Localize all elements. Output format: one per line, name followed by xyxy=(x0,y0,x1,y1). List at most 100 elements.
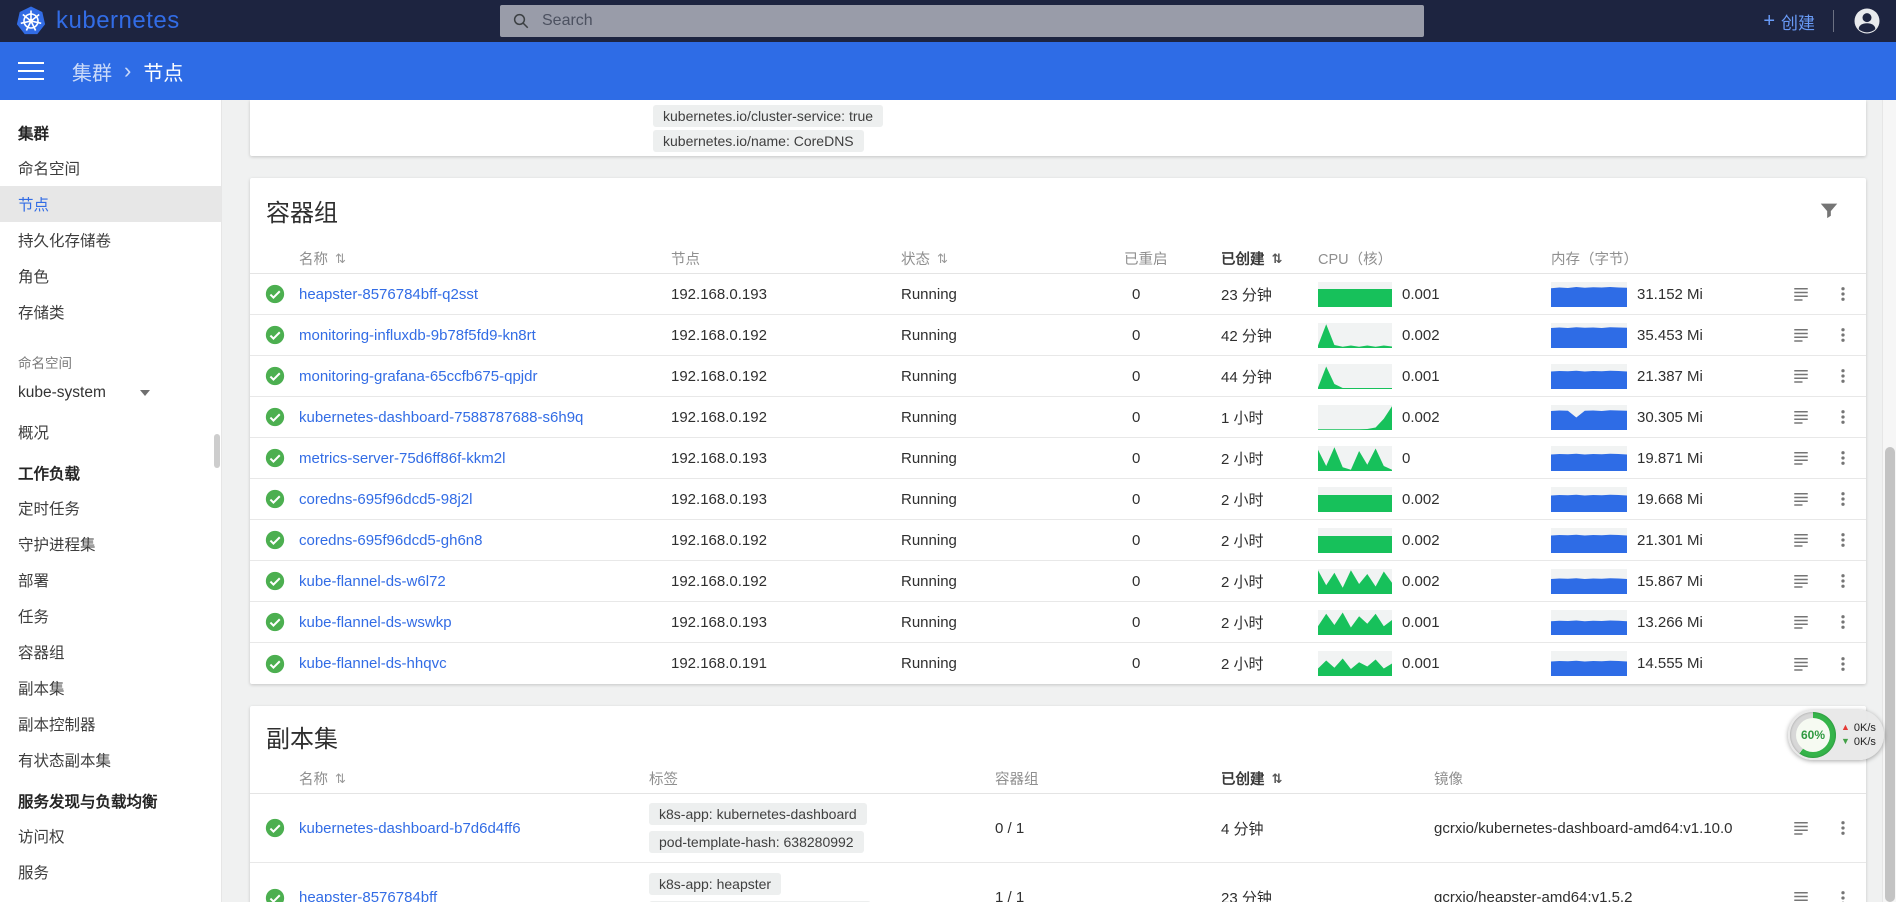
pod-row[interactable]: coredns-695f96dcd5-gh6n8 192.168.0.192 R… xyxy=(250,520,1866,561)
column-header-age[interactable]: 已创建⇅ xyxy=(1221,248,1318,269)
pod-name-link[interactable]: coredns-695f96dcd5-98j2l xyxy=(299,491,472,508)
sidebar-item-replica-sets[interactable]: 副本集 xyxy=(0,670,221,706)
sidebar-item-overview[interactable]: 概况 xyxy=(0,414,221,450)
pod-row[interactable]: heapster-8576784bff-q2sst 192.168.0.193 … xyxy=(250,274,1866,315)
more-actions-icon[interactable] xyxy=(1834,408,1852,426)
pod-row[interactable]: metrics-server-75d6ff86f-kkm2l 192.168.0… xyxy=(250,438,1866,479)
pod-name-link[interactable]: monitoring-grafana-65ccfb675-qpjdr xyxy=(299,368,537,385)
logs-icon[interactable] xyxy=(1792,326,1810,344)
pod-name-link[interactable]: kube-flannel-ds-hhqvc xyxy=(299,655,447,672)
replicaset-name-link[interactable]: kubernetes-dashboard-b7d6d4ff6 xyxy=(299,820,521,837)
column-header-age[interactable]: 已创建⇅ xyxy=(1221,768,1434,789)
replicaset-row[interactable]: kubernetes-dashboard-b7d6d4ff6 k8s-app: … xyxy=(250,794,1866,863)
sidebar-section-config-storage: 配置与存储 xyxy=(0,890,221,902)
logs-icon[interactable] xyxy=(1792,531,1810,549)
pod-row[interactable]: kube-flannel-ds-w6l72 192.168.0.192 Runn… xyxy=(250,561,1866,602)
logs-icon[interactable] xyxy=(1792,490,1810,508)
pod-row[interactable]: kube-flannel-ds-hhqvc 192.168.0.191 Runn… xyxy=(250,643,1866,684)
download-arrow-icon: ▼ xyxy=(1841,737,1850,747)
more-actions-icon[interactable] xyxy=(1834,613,1852,631)
sidebar-item-replication-controllers[interactable]: 副本控制器 xyxy=(0,706,221,742)
label-chip: kubernetes.io/name: CoreDNS xyxy=(653,130,864,152)
more-actions-icon[interactable] xyxy=(1834,285,1852,303)
sidebar-item-ingresses[interactable]: 访问权 xyxy=(0,818,221,854)
breadcrumb-cluster[interactable]: 集群 xyxy=(72,57,112,86)
sidebar-item-stateful-sets[interactable]: 有状态副本集 xyxy=(0,742,221,778)
pod-status: Running xyxy=(901,573,1124,590)
logs-icon[interactable] xyxy=(1792,367,1810,385)
more-actions-icon[interactable] xyxy=(1834,326,1852,344)
create-button[interactable]: + 创建 xyxy=(1763,9,1815,34)
pod-row[interactable]: kubernetes-dashboard-7588787688-s6h9q 19… xyxy=(250,397,1866,438)
sidebar-item-nodes[interactable]: 节点 xyxy=(0,186,221,222)
pod-row[interactable]: monitoring-influxdb-9b78f5fd9-kn8rt 192.… xyxy=(250,315,1866,356)
column-label: 标签 xyxy=(649,768,678,789)
sidebar-item-persistent-volumes[interactable]: 持久化存储卷 xyxy=(0,222,221,258)
replicaset-name-link[interactable]: heapster-8576784bff xyxy=(299,889,437,902)
pod-name-link[interactable]: kube-flannel-ds-w6l72 xyxy=(299,573,446,590)
pod-name-link[interactable]: coredns-695f96dcd5-gh6n8 xyxy=(299,532,482,549)
logs-icon[interactable] xyxy=(1792,572,1810,590)
column-header-status[interactable]: 状态⇅ xyxy=(901,248,1124,269)
more-actions-icon[interactable] xyxy=(1834,531,1852,549)
namespace-selector[interactable]: kube-system xyxy=(18,384,150,402)
logs-icon[interactable] xyxy=(1792,613,1810,631)
sidebar-item-pods[interactable]: 容器组 xyxy=(0,634,221,670)
pod-row[interactable]: kube-flannel-ds-wswkp 192.168.0.193 Runn… xyxy=(250,602,1866,643)
account-button[interactable] xyxy=(1852,6,1882,36)
more-actions-icon[interactable] xyxy=(1834,367,1852,385)
pod-node: 192.168.0.191 xyxy=(671,655,901,672)
create-label: 创建 xyxy=(1781,9,1815,34)
page-scrollbar-thumb[interactable] xyxy=(1885,447,1895,902)
logs-icon[interactable] xyxy=(1792,449,1810,467)
replicaset-row[interactable]: heapster-8576784bff k8s-app: heapsterpod… xyxy=(250,863,1866,902)
pod-name-link[interactable]: heapster-8576784bff-q2sst xyxy=(299,286,478,303)
pod-status: Running xyxy=(901,368,1124,385)
download-speed: 0K/s xyxy=(1854,736,1876,748)
column-header-name[interactable]: 名称⇅ xyxy=(299,248,671,269)
row-actions xyxy=(1790,613,1868,631)
search-input[interactable] xyxy=(542,12,1412,30)
pod-row[interactable]: monitoring-grafana-65ccfb675-qpjdr 192.1… xyxy=(250,356,1866,397)
menu-icon[interactable] xyxy=(18,70,44,73)
sidebar-item-services[interactable]: 服务 xyxy=(0,854,221,890)
sidebar-item-cron-jobs[interactable]: 定时任务 xyxy=(0,490,221,526)
more-actions-icon[interactable] xyxy=(1834,490,1852,508)
status-ok-icon xyxy=(264,283,286,305)
column-header-name[interactable]: 名称⇅ xyxy=(299,768,649,789)
more-actions-icon[interactable] xyxy=(1834,655,1852,673)
sidebar-item-storage-classes[interactable]: 存储类 xyxy=(0,294,221,330)
more-actions-icon[interactable] xyxy=(1834,819,1852,837)
logs-icon[interactable] xyxy=(1792,819,1810,837)
pod-row[interactable]: coredns-695f96dcd5-98j2l 192.168.0.193 R… xyxy=(250,479,1866,520)
logs-icon[interactable] xyxy=(1792,889,1810,902)
sidebar-item-namespaces[interactable]: 命名空间 xyxy=(0,150,221,186)
sidebar-scrollbar-thumb[interactable] xyxy=(214,434,220,468)
pod-name-link[interactable]: kubernetes-dashboard-7588787688-s6h9q xyxy=(299,409,583,426)
status-cell xyxy=(250,887,299,902)
pods-card: 容器组 名称⇅节点状态⇅已重启已创建⇅CPU（核）内存（字节） heapster… xyxy=(250,178,1866,684)
sidebar-item-daemon-sets[interactable]: 守护进程集 xyxy=(0,526,221,562)
row-actions xyxy=(1790,572,1868,590)
filter-button[interactable] xyxy=(1818,200,1840,222)
pod-name-link[interactable]: monitoring-influxdb-9b78f5fd9-kn8rt xyxy=(299,327,536,344)
replicasets-card: 副本集 名称⇅标签容器组已创建⇅镜像 kubernetes-dashboard-… xyxy=(250,706,1866,902)
system-monitor-overlay[interactable]: 60% ▲ 0K/s ▼ 0K/s xyxy=(1788,710,1884,760)
more-actions-icon[interactable] xyxy=(1834,889,1852,902)
label-chip: k8s-app: heapster xyxy=(649,873,781,895)
more-actions-icon[interactable] xyxy=(1834,449,1852,467)
sidebar-item-jobs[interactable]: 任务 xyxy=(0,598,221,634)
more-actions-icon[interactable] xyxy=(1834,572,1852,590)
brand[interactable]: kubernetes xyxy=(16,6,180,36)
pod-name-link[interactable]: kube-flannel-ds-wswkp xyxy=(299,614,452,631)
logs-icon[interactable] xyxy=(1792,408,1810,426)
row-actions xyxy=(1790,655,1868,673)
sidebar-item-roles[interactable]: 角色 xyxy=(0,258,221,294)
logs-icon[interactable] xyxy=(1792,285,1810,303)
column-header-node: 节点 xyxy=(671,248,901,269)
pod-name-link[interactable]: metrics-server-75d6ff86f-kkm2l xyxy=(299,450,505,467)
logs-icon[interactable] xyxy=(1792,655,1810,673)
replicasets-table-header: 名称⇅标签容器组已创建⇅镜像 xyxy=(250,764,1866,794)
status-cell xyxy=(250,570,299,592)
sidebar-item-deployments[interactable]: 部署 xyxy=(0,562,221,598)
